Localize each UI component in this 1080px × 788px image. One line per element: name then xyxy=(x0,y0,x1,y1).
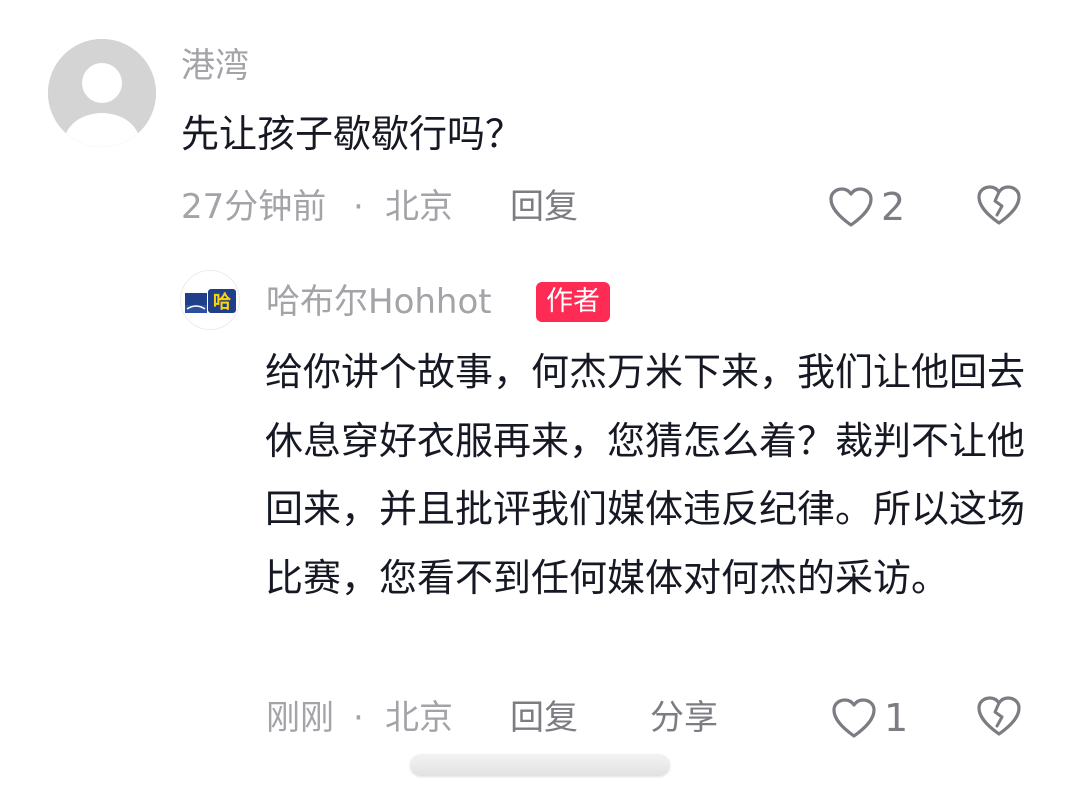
channel-logo-icon: 哈 xyxy=(181,271,239,329)
reply-share-button[interactable]: 分享 xyxy=(650,698,718,738)
reply-username[interactable]: 哈布尔Hohhot xyxy=(266,282,492,322)
scroll-indicator[interactable] xyxy=(410,754,670,776)
heart-outline-icon xyxy=(829,187,873,227)
author-badge: 作者 xyxy=(536,282,610,322)
reply-time: 刚刚 xyxy=(266,698,334,738)
reply-like-button[interactable]: 1 xyxy=(830,696,908,740)
reply-dislike-button[interactable] xyxy=(975,694,1023,742)
reply-avatar[interactable]: 哈 xyxy=(180,270,240,330)
meta-separator: · xyxy=(353,698,364,738)
broken-heart-icon xyxy=(977,696,1021,736)
reply-like-count: 1 xyxy=(884,696,909,740)
comment-username[interactable]: 港湾 xyxy=(181,46,249,86)
comment-location: 北京 xyxy=(385,187,453,227)
comment-like-count: 2 xyxy=(881,185,906,229)
default-avatar-icon xyxy=(48,39,156,147)
reply-text: 给你讲个故事，何杰万米下来，我们让他回去休息穿好衣服再来，您猜怎么着？裁判不让他… xyxy=(265,350,1026,600)
reply-location: 北京 xyxy=(385,698,453,738)
comment-avatar[interactable] xyxy=(48,39,156,147)
svg-text:哈: 哈 xyxy=(213,291,231,313)
comment-dislike-button[interactable] xyxy=(975,183,1023,231)
heart-outline-icon xyxy=(832,698,876,738)
comment-text: 先让孩子歇歇行吗？ xyxy=(181,112,524,156)
meta-separator: · xyxy=(353,187,364,227)
comment-like-button[interactable]: 2 xyxy=(827,185,905,229)
reply-reply-button[interactable]: 回复 xyxy=(510,698,578,738)
comment-time: 27分钟前 xyxy=(181,187,327,227)
broken-heart-icon xyxy=(977,185,1021,225)
comment-reply-button[interactable]: 回复 xyxy=(510,187,578,227)
